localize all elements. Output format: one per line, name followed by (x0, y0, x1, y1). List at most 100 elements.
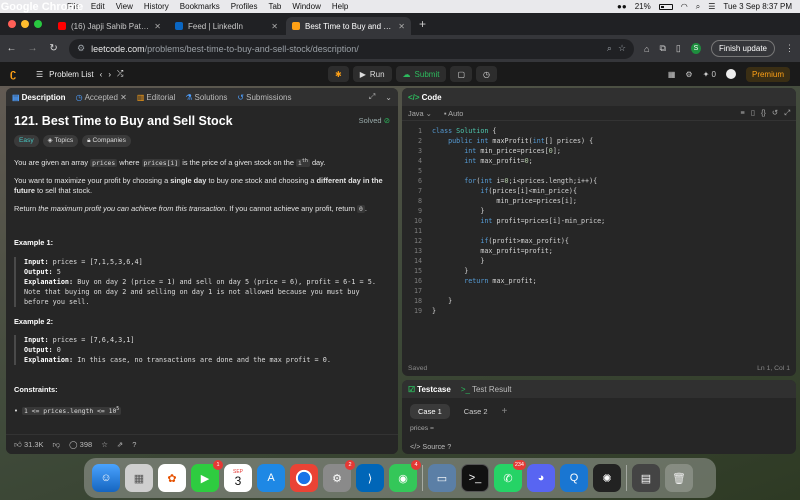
problem-title[interactable]: 121. Best Time to Buy and Sell Stock (14, 115, 233, 127)
run-button[interactable]: ▶ Run (352, 66, 392, 82)
auto-mode-toggle[interactable]: ▪ Auto (444, 109, 464, 118)
tab-description[interactable]: ▤ Description (12, 93, 66, 102)
back-icon[interactable]: ← (6, 43, 17, 54)
battery-icon[interactable] (658, 3, 673, 10)
tab-linkedin[interactable]: Feed | LinkedIn ✕ (169, 17, 284, 35)
discord-icon[interactable]: ◕ (527, 464, 555, 492)
facetime-icon[interactable]: ▶ 1 (191, 460, 223, 492)
fullscreen-icon[interactable]: ⤢ (784, 108, 790, 118)
clock[interactable]: Tue 3 Sep 8:37 PM (723, 2, 792, 11)
like-button[interactable]: 👍︎ 31.3K (14, 440, 44, 450)
tab-editorial[interactable]: ▥ Editorial (137, 93, 175, 102)
premium-button[interactable]: Premium (745, 66, 790, 82)
problem-list-link[interactable]: Problem List (49, 70, 93, 79)
site-info-icon[interactable]: ⚙ (77, 43, 85, 54)
extensions-puzzle-icon[interactable]: ⧉ (659, 43, 665, 54)
downloads-stack-icon[interactable]: ▤ (632, 464, 660, 492)
launchpad-icon[interactable]: ▦ (125, 464, 153, 492)
profile-avatar[interactable]: S (690, 43, 701, 54)
trash-icon[interactable]: 🗑︎ (665, 464, 693, 492)
reset-icon[interactable]: ↺ (772, 108, 778, 118)
menu-window[interactable]: Window (292, 2, 320, 11)
submit-button[interactable]: ☁ Submit (395, 66, 447, 82)
comments-button[interactable]: ◯ 398 (69, 440, 92, 449)
user-avatar[interactable] (725, 69, 736, 79)
wifi-icon[interactable]: ◠ (681, 2, 688, 11)
timer-button[interactable]: ◷ (476, 66, 497, 82)
menu-bookmarks[interactable]: Bookmarks (180, 2, 220, 11)
reload-icon[interactable]: ↻ (48, 43, 59, 54)
source-link[interactable]: </> Source ? (410, 442, 451, 451)
extension-icon[interactable]: ⌂ (644, 44, 649, 54)
topics-chip[interactable]: ◈ Topics (42, 134, 79, 147)
tab-leetcode[interactable]: Best Time to Buy and Sell Stoc ✕ (286, 17, 411, 35)
debug-button[interactable]: ✱ (328, 66, 349, 82)
control-center-icon[interactable]: ☰ (708, 2, 715, 11)
zoom-icon[interactable]: ⌕ (607, 43, 612, 54)
difficulty-badge[interactable]: Easy (14, 134, 39, 147)
more-icon[interactable]: ⌄ (385, 93, 392, 102)
address-bar[interactable]: ⚙ leetcode.com/problems/best-time-to-buy… (69, 38, 635, 59)
code-tab[interactable]: </> Code (408, 93, 442, 102)
format-icon[interactable]: ≡ (741, 108, 745, 118)
sidebar-icon[interactable]: ▯ (676, 43, 681, 54)
app-store-icon[interactable]: A (257, 464, 285, 492)
leetcode-logo-icon[interactable]: ʗ (10, 68, 24, 80)
minimize-window-button[interactable] (21, 20, 29, 28)
help-icon[interactable]: ? (132, 440, 136, 449)
davinci-resolve-icon[interactable]: ✺ (593, 464, 621, 492)
case-1-tab[interactable]: Case 1 (410, 404, 450, 419)
system-settings-icon[interactable]: ⚙ 2 (323, 460, 355, 492)
chrome-menu-icon[interactable]: ⋮ (785, 43, 794, 54)
messages-icon[interactable]: ◉ 4 (389, 460, 421, 492)
language-select[interactable]: Java ⌄ (408, 109, 432, 118)
menu-profiles[interactable]: Profiles (231, 2, 258, 11)
quicktime-icon[interactable]: Q (560, 464, 588, 492)
finish-update-button[interactable]: Finish update (710, 40, 775, 57)
tab-accepted[interactable]: ◷ Accepted ✕ (76, 93, 127, 102)
terminal-icon[interactable]: >_ (461, 464, 489, 492)
menu-tab[interactable]: Tab (268, 2, 281, 11)
settings-gear-icon[interactable]: ⚙ (685, 70, 692, 79)
notes-button[interactable]: ▢ (450, 66, 473, 82)
add-case-icon[interactable]: + (502, 406, 508, 417)
search-icon[interactable]: ⌕ (696, 2, 700, 12)
share-icon[interactable]: ⇗ (117, 440, 123, 449)
favorite-star-icon[interactable]: ☆ (101, 440, 108, 449)
bookmark-star-icon[interactable]: ☆ (618, 43, 626, 54)
shuffle-icon[interactable]: ⤮ (117, 69, 123, 79)
next-problem-icon[interactable]: › (108, 70, 111, 79)
zoom-window-button[interactable] (34, 20, 42, 28)
bookmark-icon[interactable]: ▯ (751, 108, 755, 118)
streak-counter[interactable]: ✦ 0 (703, 70, 716, 79)
finder-icon[interactable]: ☺ (92, 464, 120, 492)
layout-icon[interactable]: ▦ (668, 70, 676, 79)
chrome-icon[interactable] (290, 464, 318, 492)
menu-history[interactable]: History (144, 2, 169, 11)
tab-test-result[interactable]: >_ Test Result (461, 385, 512, 394)
tab-youtube[interactable]: (16) Japji Sahib Path Full (Fas ✕ (52, 17, 167, 35)
tab-submissions[interactable]: ↺ Submissions (237, 93, 291, 102)
menu-view[interactable]: View (116, 2, 133, 11)
brackets-icon[interactable]: {} (761, 108, 766, 118)
menu-help[interactable]: Help (332, 2, 348, 11)
close-tab-icon[interactable]: ✕ (154, 22, 161, 31)
photos-icon[interactable]: ✿ (158, 464, 186, 492)
status-dots-icon[interactable]: ●● (617, 2, 627, 11)
companies-chip[interactable]: 🔒︎ Companies (82, 134, 131, 147)
close-window-button[interactable] (8, 20, 16, 28)
whatsapp-icon[interactable]: ✆ 234 (494, 460, 526, 492)
menu-edit[interactable]: Edit (91, 2, 105, 11)
code-editor[interactable]: 1 2 3 4 5 6 7 8 9 10 11 12 13 14 15 16 17 18 19 class Solu… (402, 121, 796, 316)
preview-icon[interactable]: ▭ (428, 464, 456, 492)
prev-problem-icon[interactable]: ‹ (100, 70, 103, 79)
tab-solutions[interactable]: ⚗ Solutions (185, 93, 227, 102)
case-2-tab[interactable]: Case 2 (456, 404, 496, 419)
tab-testcase[interactable]: ☑ Testcase (408, 385, 451, 394)
calendar-icon[interactable]: SEP 3 (224, 464, 252, 492)
dislike-button[interactable]: 👎︎ (53, 440, 61, 450)
url-text[interactable]: leetcode.com/problems/best-time-to-buy-a… (91, 44, 601, 54)
vscode-icon[interactable]: ⟩ (356, 464, 384, 492)
forward-icon[interactable]: → (27, 43, 38, 54)
close-tab-icon[interactable]: ✕ (271, 22, 278, 31)
